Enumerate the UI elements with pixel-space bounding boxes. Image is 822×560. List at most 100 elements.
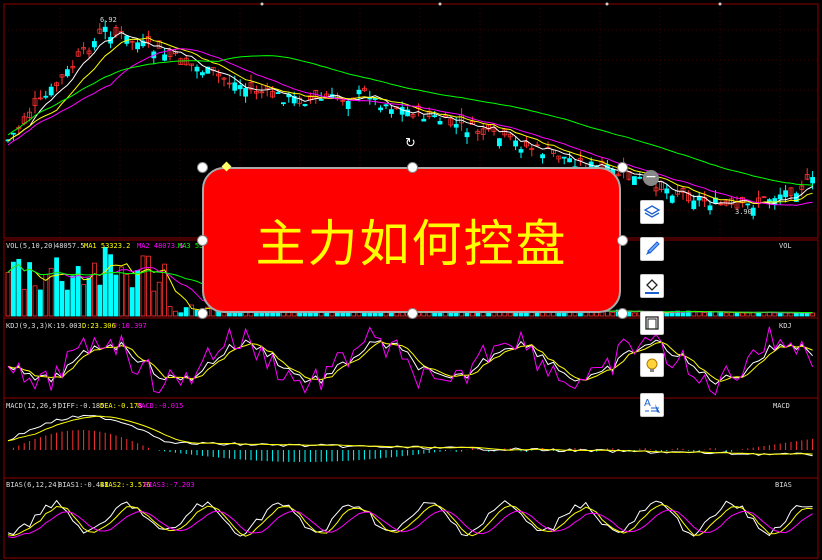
volume-bar [610, 311, 616, 317]
brush-button[interactable] [640, 237, 664, 261]
candle-body [383, 104, 389, 107]
candle-body [464, 132, 470, 138]
volume-bar [378, 312, 384, 317]
candle-body [135, 42, 141, 50]
candle-body [664, 188, 670, 194]
fill-button[interactable] [640, 274, 664, 298]
volume-bar [723, 312, 729, 317]
collapse-toolbar-button[interactable]: − [643, 170, 659, 186]
resize-handle-bl[interactable] [197, 308, 208, 319]
volume-bar [92, 262, 97, 317]
time-marker [438, 2, 442, 6]
candle-body [92, 41, 97, 48]
volume-bar [86, 277, 92, 317]
volume-bar [783, 312, 788, 317]
volume-bar [97, 284, 103, 317]
vol-ma1: MA1 53323.2 [84, 242, 131, 250]
kdj-right-tag: KDJ [779, 322, 792, 330]
candle-body [745, 203, 751, 206]
volume-bar [183, 307, 189, 317]
volume-bar [108, 254, 113, 317]
kdj-j-line [7, 326, 814, 396]
volume-bar [421, 312, 427, 317]
vol-value: 48057.5 [55, 242, 85, 250]
volume-bar [59, 280, 65, 317]
time-marker [260, 2, 264, 6]
text-style-button[interactable]: A [640, 393, 664, 417]
low-price-label: 3.90 [735, 208, 752, 216]
volume-bar [734, 312, 740, 317]
volume-bar [70, 275, 76, 317]
volume-bar [10, 261, 16, 317]
panel-frame [3, 397, 819, 479]
resize-handle-br[interactable] [617, 308, 628, 319]
candle-body [237, 85, 243, 90]
candle-body [378, 107, 384, 111]
resize-handle-tl[interactable] [197, 162, 208, 173]
volume-bar [172, 310, 178, 317]
volume-bar [135, 270, 141, 317]
title-banner[interactable]: 主力如何控盘 [202, 167, 621, 313]
candle-body [318, 98, 324, 101]
candle-body [194, 66, 200, 72]
resize-handle-tr[interactable] [617, 162, 628, 173]
candle-body [65, 69, 70, 77]
candle-body [199, 72, 205, 76]
vol-ma2: MA2 48073.6 [137, 242, 184, 250]
volume-bar [48, 267, 54, 317]
candle-body [496, 138, 502, 147]
rotate-handle-icon[interactable]: ↻ [405, 136, 416, 151]
kdj-name: KDJ(9,3,3) [6, 322, 49, 330]
high-price-label: 6.92 [100, 16, 117, 24]
candle-body [637, 176, 643, 179]
volume-bar [54, 257, 59, 317]
macd-diff: DIFF:-0.185 [58, 402, 105, 410]
candle-body [275, 92, 281, 94]
volume-bar [102, 246, 108, 317]
volume-bar [32, 285, 38, 317]
candle-body [561, 156, 567, 159]
candle-body [810, 177, 815, 184]
lightbulb-button[interactable] [640, 353, 664, 377]
resize-handle-ml[interactable] [197, 235, 208, 246]
candle-body [669, 195, 675, 203]
volume-bar [729, 312, 734, 317]
frame-button[interactable] [640, 311, 664, 335]
resize-handle-mr[interactable] [617, 235, 628, 246]
time-marker [605, 2, 609, 6]
banner-text: 主力如何控盘 [255, 215, 568, 273]
volume-bar [572, 312, 578, 317]
time-marker [718, 2, 722, 6]
macd-macd: MACD:-0.015 [137, 402, 184, 410]
candle-body [421, 118, 427, 122]
layers-button[interactable] [640, 200, 664, 224]
resize-handle-bm[interactable] [407, 308, 418, 319]
volume-bar [119, 266, 124, 317]
bias-2: BIAS2:-3.576 [100, 481, 151, 489]
brush-icon [646, 241, 660, 255]
candle-body [232, 82, 238, 91]
panel-frame [3, 477, 819, 559]
candle-body [691, 200, 697, 210]
text-style-icon: A [644, 398, 660, 413]
candle-body [10, 132, 16, 135]
volume-bar [178, 312, 184, 317]
volume-bar [750, 312, 756, 317]
candle-body [437, 121, 443, 125]
svg-text:A: A [644, 398, 651, 409]
volume-bar [291, 312, 297, 317]
candle-body [783, 190, 788, 198]
candle-body [513, 140, 518, 147]
volume-bar [702, 312, 707, 317]
kdj-k: K:19.003 [48, 322, 82, 330]
layers-icon [643, 205, 661, 218]
kdj-d: D:23.306 [82, 322, 116, 330]
volume-bar [507, 312, 513, 317]
lightbulb-icon [646, 358, 658, 372]
kdj-j: J:10.397 [113, 322, 147, 330]
resize-handle-tm[interactable] [407, 162, 418, 173]
macd-dea-line [7, 415, 813, 455]
candle-body [453, 124, 459, 128]
volume-bar [151, 290, 157, 317]
volume-bar [140, 255, 146, 317]
